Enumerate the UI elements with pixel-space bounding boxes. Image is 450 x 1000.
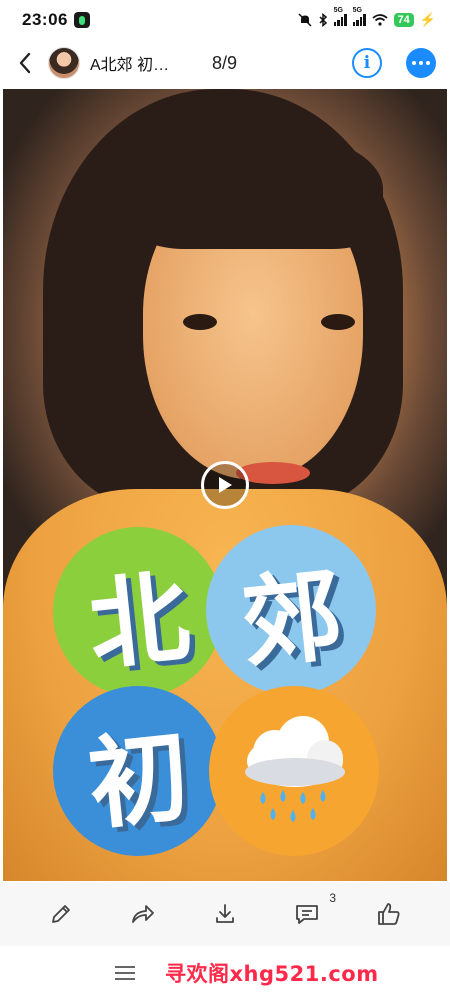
status-time: 23:06 bbox=[22, 10, 68, 29]
sticker-char-2: 郊 bbox=[236, 555, 348, 683]
photo-eye-left bbox=[183, 314, 217, 330]
download-icon[interactable] bbox=[210, 899, 240, 929]
page-title[interactable]: A北郊 初… bbox=[90, 51, 190, 75]
info-icon[interactable]: i bbox=[352, 48, 382, 78]
play-icon[interactable] bbox=[201, 461, 249, 509]
photo-eye-right bbox=[321, 314, 355, 330]
rain-cloud-icon bbox=[245, 716, 345, 822]
sticker-circle-2: 郊 bbox=[206, 525, 376, 695]
bluetooth-icon bbox=[319, 13, 327, 27]
photo-bangs bbox=[133, 129, 383, 249]
menu-icon[interactable] bbox=[115, 966, 135, 980]
bottom-nav: 寻欢阁xhg521.com bbox=[0, 946, 450, 1000]
signal-icon: 5G bbox=[333, 7, 347, 26]
sticker-circle-1: 北 bbox=[53, 527, 223, 697]
edit-icon[interactable] bbox=[46, 899, 76, 929]
status-icons: 5G 5G 74 ⚡ bbox=[298, 7, 436, 28]
charging-icon: ⚡ bbox=[419, 12, 436, 27]
battery-level: 74 bbox=[393, 13, 414, 27]
share-icon[interactable] bbox=[128, 899, 158, 929]
status-bar: 23:06 5G 5G 74 ⚡ bbox=[0, 0, 450, 40]
image-counter: 8/9 bbox=[212, 52, 238, 73]
mute-bell-icon bbox=[298, 13, 312, 27]
chevron-left-icon[interactable] bbox=[14, 52, 36, 74]
sticker-char-1: 北 bbox=[83, 557, 195, 685]
network-type-2: 5G bbox=[352, 7, 362, 14]
viewer-header: A北郊 初… 8/9 i bbox=[0, 40, 450, 86]
comment-icon[interactable]: 3 bbox=[292, 891, 336, 929]
watermark-text: 寻欢阁xhg521.com bbox=[165, 962, 379, 986]
media-viewer[interactable]: 北 郊 初 bbox=[3, 89, 447, 881]
network-type-1: 5G bbox=[333, 7, 343, 14]
comment-count: 3 bbox=[329, 891, 336, 905]
action-bar: 3 bbox=[0, 882, 450, 946]
app-notification-icon bbox=[73, 12, 90, 28]
wifi-icon bbox=[371, 14, 388, 26]
sticker-circle-3: 初 bbox=[53, 686, 223, 856]
avatar[interactable] bbox=[48, 47, 80, 79]
sticker-circle-4 bbox=[209, 686, 379, 856]
sticker-char-3: 初 bbox=[83, 716, 195, 844]
more-icon[interactable] bbox=[406, 48, 436, 78]
signal-icon-2: 5G bbox=[352, 7, 366, 26]
like-icon[interactable] bbox=[374, 899, 404, 929]
